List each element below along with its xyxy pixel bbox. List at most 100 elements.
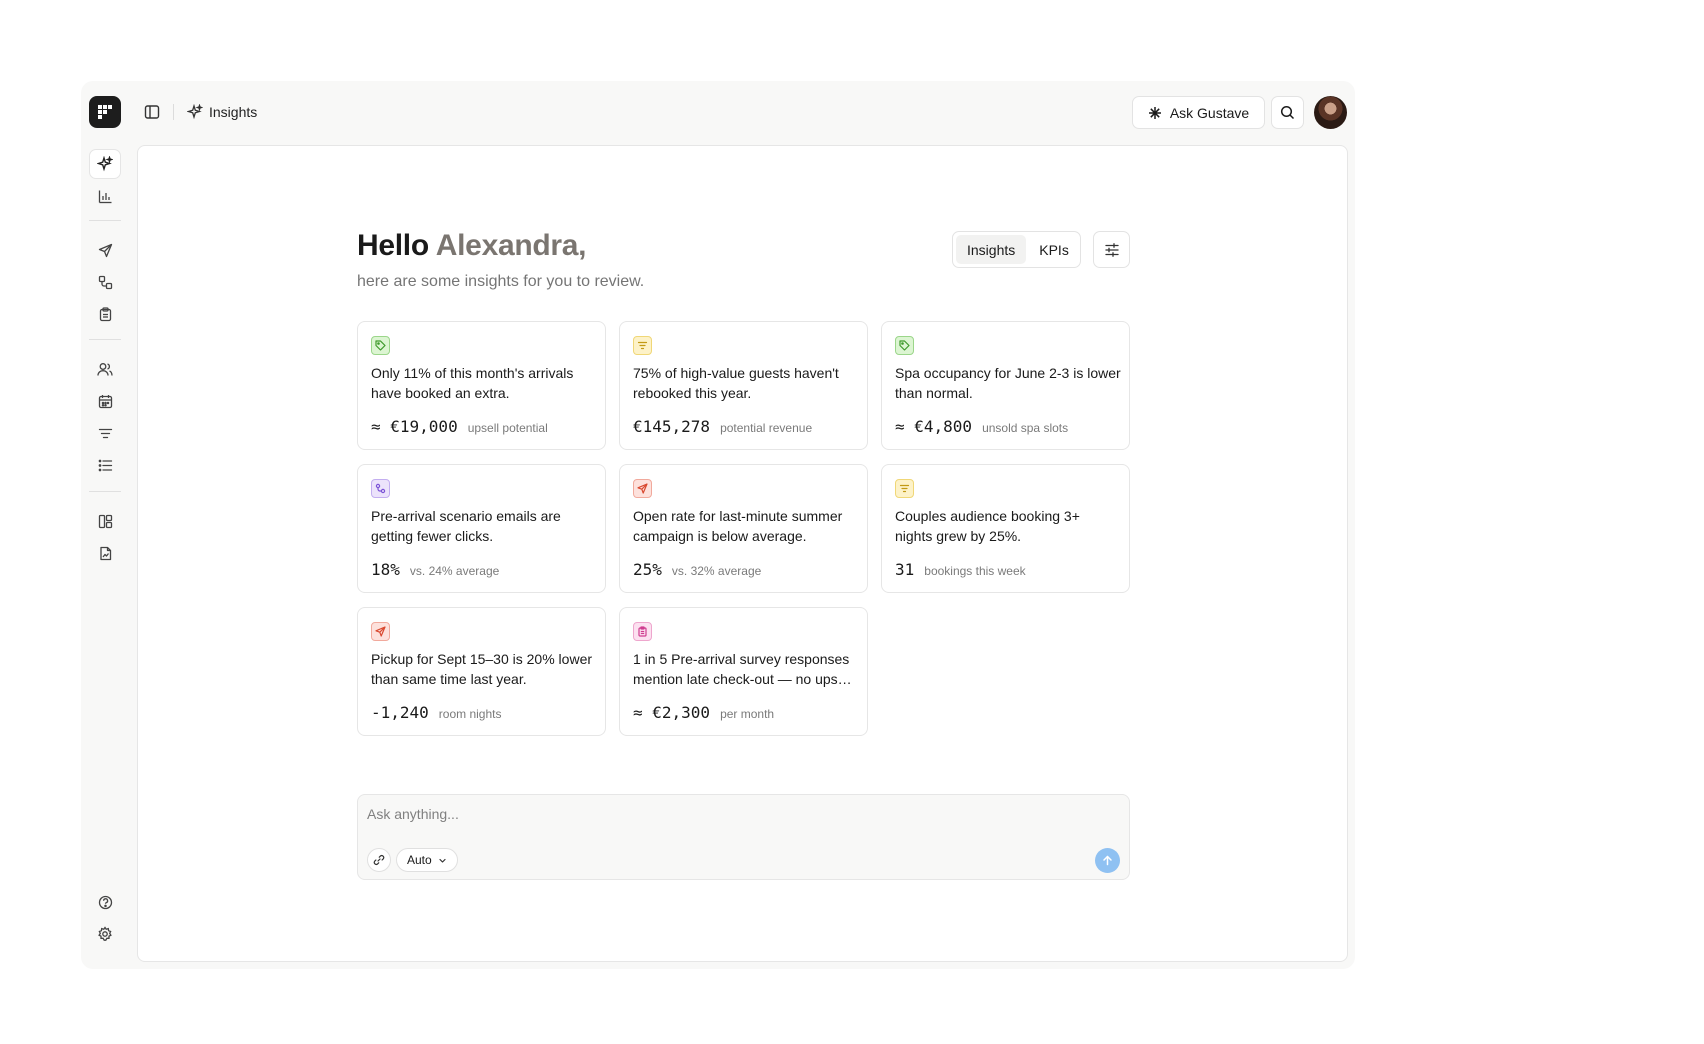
insight-text: Only 11% of this month's arrivals have b…	[371, 365, 574, 401]
greeting-subtitle: here are some insights for you to review…	[357, 273, 645, 290]
main-panel: Hello Alexandra, here are some insights …	[137, 145, 1348, 962]
workflow-icon	[98, 275, 112, 289]
greeting-title: Hello Alexandra,	[357, 229, 586, 263]
insight-value: ≈ €2,300	[633, 703, 711, 722]
insight-value-label: vs. 32% average	[671, 564, 762, 578]
asterisk-icon	[1148, 106, 1161, 119]
model-select[interactable]: Auto	[396, 848, 458, 872]
app-window: Insights Ask Gustave Hello Alexandra, he…	[81, 81, 1355, 969]
sidebar-item-settings[interactable]	[89, 919, 121, 949]
ask-gustave-label: Ask Gustave	[1169, 104, 1250, 121]
sidebar-divider	[89, 220, 121, 221]
insight-metric: ≈ €4,800 unsold spa slots	[895, 417, 1068, 436]
sidebar-item-campaigns[interactable]	[89, 235, 121, 265]
filter-icon	[895, 479, 914, 498]
insight-text: Pickup for Sept 15–30 is 20% lower than …	[371, 651, 593, 687]
tab-insights[interactable]: Insights	[956, 235, 1027, 264]
insight-value-label: potential revenue	[720, 421, 813, 435]
sidebar-item-lists[interactable]	[89, 450, 121, 480]
insight-value: ≈ €19,000	[371, 417, 458, 436]
insight-metric: 18% vs. 24% average	[371, 560, 499, 579]
send-icon	[371, 622, 390, 641]
tag-icon	[371, 336, 390, 355]
tag-icon	[895, 336, 914, 355]
insight-card[interactable]: 75% of high-value guests haven't rebooke…	[619, 321, 868, 450]
greeting-hello: Hello	[357, 229, 429, 262]
insight-value: -1,240	[371, 703, 429, 722]
sidebar-item-surveys[interactable]	[89, 299, 121, 329]
chat-composer: Auto	[357, 794, 1130, 880]
sidebar-item-dashboards[interactable]	[89, 506, 121, 536]
insight-metric: 25% vs. 32% average	[633, 560, 761, 579]
insight-value-label: bookings this week	[924, 564, 1026, 578]
insight-metric: 31 bookings this week	[895, 560, 1026, 579]
send-icon	[633, 479, 652, 498]
filter-settings-button[interactable]	[1093, 231, 1130, 268]
breadcrumb: Insights	[187, 99, 257, 125]
tab-kpis[interactable]: KPIs	[1028, 235, 1080, 264]
insight-card[interactable]: Open rate for last-minute summer campaig…	[619, 464, 868, 593]
workflow-icon	[371, 479, 390, 498]
insight-text: Pre-arrival scenario emails are getting …	[371, 508, 561, 544]
sidebar-divider	[89, 491, 121, 492]
sidebar-item-guests[interactable]	[89, 354, 121, 384]
insight-value: ≈ €4,800	[895, 417, 973, 436]
sidebar-item-reports[interactable]	[89, 538, 121, 568]
sidebar-item-scenarios[interactable]	[89, 267, 121, 297]
insight-text: 1 in 5 Pre-arrival survey responses ment…	[633, 651, 852, 687]
sidebar-item-analytics[interactable]	[89, 181, 121, 211]
insight-value-label: unsold spa slots	[982, 421, 1069, 435]
breadcrumb-label: Insights	[209, 104, 258, 120]
sidebar	[89, 149, 121, 961]
logo-icon	[98, 105, 112, 119]
calendar-icon	[98, 394, 112, 408]
insight-text: Spa occupancy for June 2-3 is lower than…	[895, 365, 1121, 401]
topbar-divider	[173, 104, 174, 120]
sidebar-item-insights[interactable]	[89, 149, 121, 179]
sidebar-item-audiences[interactable]	[89, 418, 121, 448]
insight-metric: ≈ €2,300 per month	[633, 703, 774, 722]
sparkle-icon	[187, 104, 203, 120]
search-icon	[1280, 105, 1295, 120]
bar-chart-icon	[98, 190, 111, 203]
insight-text: Open rate for last-minute summer campaig…	[633, 508, 843, 544]
sliders-icon	[1104, 242, 1119, 257]
insight-value: 31	[895, 560, 915, 579]
insight-text: Couples audience booking 3+ nights grew …	[895, 508, 1080, 544]
insight-metric: -1,240 room nights	[371, 703, 502, 722]
user-avatar[interactable]	[1314, 96, 1347, 129]
insight-value-label: vs. 24% average	[409, 564, 500, 578]
chevron-down-icon	[439, 858, 446, 863]
insight-value: 18%	[371, 560, 400, 579]
sidebar-toggle-button[interactable]	[139, 99, 165, 125]
settings-icon	[98, 926, 112, 941]
sidebar-icon	[144, 105, 160, 119]
insight-card[interactable]: Spa occupancy for June 2-3 is lower than…	[881, 321, 1130, 450]
clipboard-icon	[99, 306, 111, 321]
insight-card[interactable]: Pickup for Sept 15–30 is 20% lower than …	[357, 607, 606, 736]
top-bar: Insights Ask Gustave	[81, 81, 1355, 145]
list-icon	[98, 459, 112, 471]
clipboard-icon	[633, 622, 652, 641]
search-button[interactable]	[1271, 96, 1304, 129]
greeting-user-name: Alexandra,	[435, 229, 587, 262]
sidebar-item-calendar[interactable]	[89, 386, 121, 416]
send-icon	[98, 243, 112, 257]
app-logo[interactable]	[89, 96, 121, 128]
sidebar-item-help[interactable]	[89, 887, 121, 917]
insight-card[interactable]: 1 in 5 Pre-arrival survey responses ment…	[619, 607, 868, 736]
filter-icon	[98, 428, 112, 438]
sparkle-icon	[97, 156, 113, 172]
insight-card[interactable]: Only 11% of this month's arrivals have b…	[357, 321, 606, 450]
link-icon	[373, 855, 385, 865]
chat-input[interactable]	[367, 803, 1067, 825]
insight-card[interactable]: Couples audience booking 3+ nights grew …	[881, 464, 1130, 593]
layout-icon	[98, 514, 112, 528]
attach-button[interactable]	[367, 848, 391, 872]
insight-text: 75% of high-value guests haven't rebooke…	[633, 365, 839, 401]
users-icon	[97, 362, 113, 376]
insight-card[interactable]: Pre-arrival scenario emails are getting …	[357, 464, 606, 593]
ask-gustave-button[interactable]: Ask Gustave	[1132, 96, 1265, 129]
help-icon	[98, 895, 112, 909]
send-button[interactable]	[1095, 848, 1120, 873]
